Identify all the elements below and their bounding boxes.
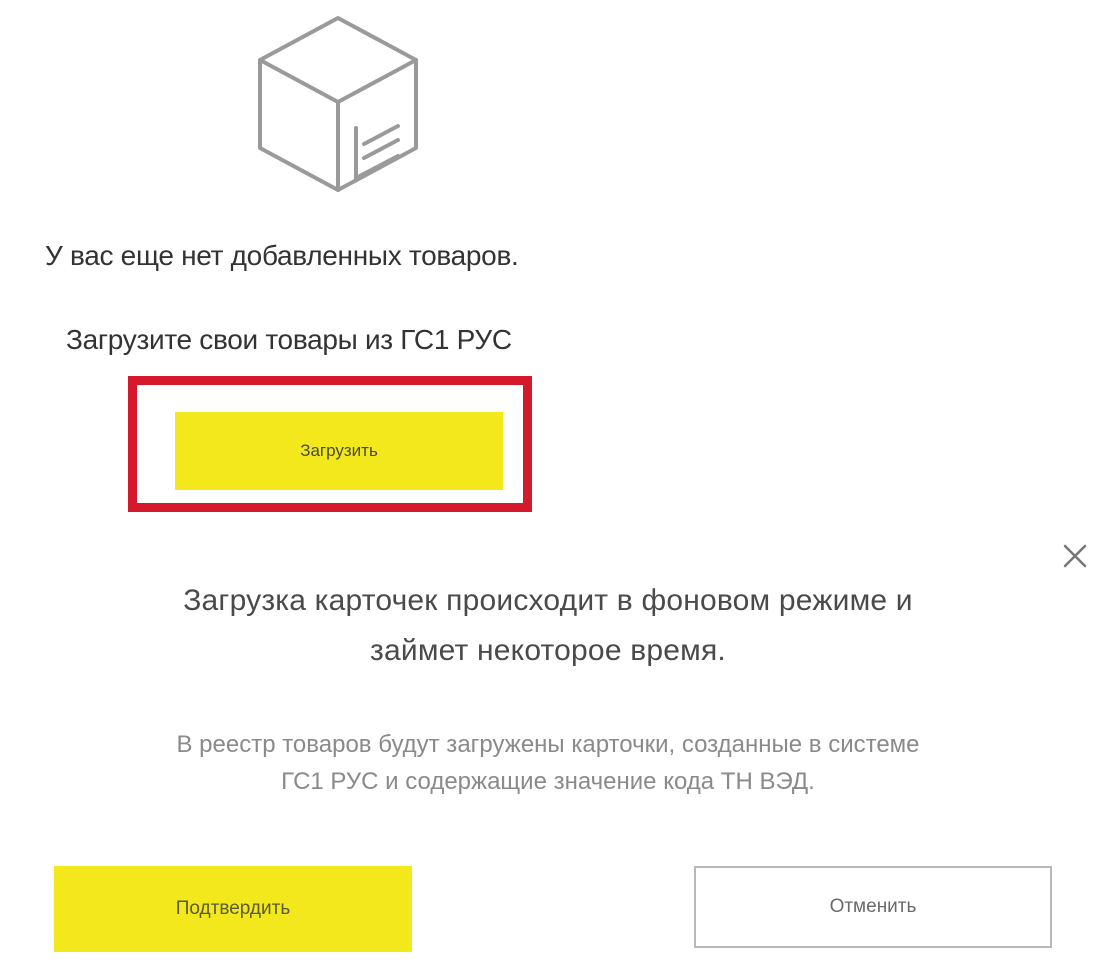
empty-state-title: У вас еще нет добавленных товаров.	[45, 240, 519, 271]
load-button[interactable]: Загрузить	[175, 412, 503, 490]
upload-info-modal: Загрузка карточек происходит в фоновом р…	[0, 528, 1096, 970]
modal-heading: Загрузка карточек происходит в фоновом р…	[60, 576, 1036, 676]
empty-state-subtitle: Загрузите свои товары из ГС1 РУС	[66, 324, 512, 355]
box-icon	[258, 16, 418, 192]
confirm-button[interactable]: Подтвердить	[54, 866, 412, 952]
modal-description-line-1: В реестр товаров будут загружены карточк…	[176, 731, 920, 758]
highlight-frame: Загрузить	[128, 376, 532, 512]
empty-state: У вас еще нет добавленных товаров. Загру…	[0, 0, 700, 530]
close-icon	[1063, 544, 1087, 568]
modal-heading-line-2: займет некоторое время.	[370, 634, 726, 667]
modal-description-line-2: ГС1 РУС и содержащие значение кода ТН ВЭ…	[281, 768, 815, 795]
modal-description: В реестр товаров будут загружены карточк…	[40, 726, 1056, 800]
cancel-button[interactable]: Отменить	[694, 866, 1052, 948]
modal-heading-line-1: Загрузка карточек происходит в фоновом р…	[183, 584, 913, 617]
close-button[interactable]	[1060, 538, 1090, 572]
